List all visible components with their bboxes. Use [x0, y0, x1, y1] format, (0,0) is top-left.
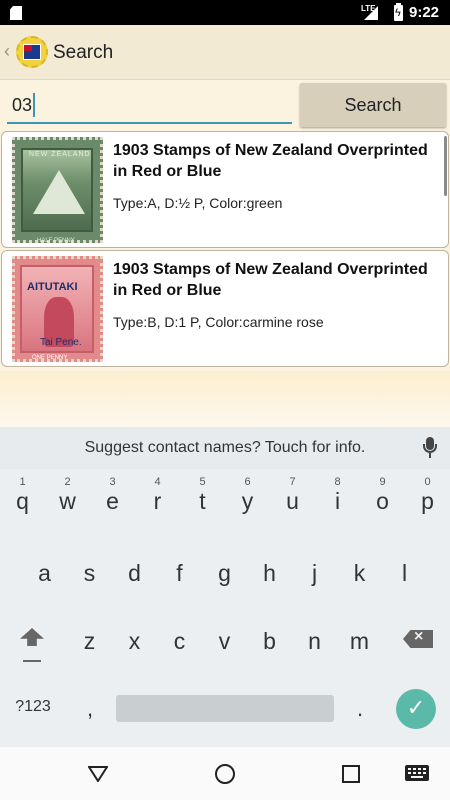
key-g[interactable]: g — [202, 545, 247, 601]
navigation-bar — [0, 747, 450, 800]
key-m[interactable]: m — [337, 613, 382, 669]
sd-card-icon — [10, 6, 22, 20]
enter-key[interactable]: ✓ — [396, 689, 436, 729]
scrollbar[interactable] — [444, 136, 447, 196]
key-w[interactable]: 2w — [45, 470, 90, 526]
stamp-overprint: AITUTAKI — [27, 281, 78, 293]
stamp-image: AITUTAKI Tai Pene. ONE PENNY — [12, 256, 103, 362]
result-details: Type:A, D:½ P, Color:green — [113, 195, 283, 211]
battery-charging-icon: ϟ — [394, 3, 403, 21]
page-title: Search — [53, 42, 114, 63]
key-e[interactable]: 3e — [90, 470, 135, 526]
action-bar: ‹ Search — [0, 25, 450, 80]
key-v[interactable]: v — [202, 613, 247, 669]
stamp-overprint-value: Tai Pene. — [40, 337, 82, 348]
result-details: Type:B, D:1 P, Color:carmine rose — [113, 314, 324, 330]
key-p[interactable]: 0p — [405, 470, 450, 526]
key-k[interactable]: k — [337, 545, 382, 601]
chevron-left-icon[interactable]: ‹ — [4, 41, 10, 62]
list-item[interactable]: AITUTAKI Tai Pene. ONE PENNY 1903 Stamps… — [1, 250, 449, 367]
key-z[interactable]: z — [67, 613, 112, 669]
result-title: 1903 Stamps of New Zealand Overprinted i… — [113, 142, 428, 180]
key-h[interactable]: h — [247, 545, 292, 601]
key-b[interactable]: b — [247, 613, 292, 669]
checkmark-icon: ✓ — [406, 695, 426, 720]
key-c[interactable]: c — [157, 613, 202, 669]
key-j[interactable]: j — [292, 545, 337, 601]
suggestion-strip[interactable]: Suggest contact names? Touch for info. — [0, 427, 450, 469]
key-period[interactable]: . — [350, 696, 370, 722]
recents-square-icon[interactable] — [342, 765, 360, 783]
key-i[interactable]: 8i — [315, 470, 360, 526]
list-empty-area — [0, 371, 450, 427]
symbols-key[interactable]: ?123 — [8, 698, 58, 716]
status-bar: LTE ϟ 9:22 — [0, 0, 450, 25]
list-item[interactable]: NEW ZEALAND HALF PENNY 1903 Stamps of Ne… — [1, 131, 449, 248]
key-q[interactable]: 1q — [0, 470, 45, 526]
back-triangle-icon[interactable] — [88, 766, 108, 782]
space-bar[interactable] — [116, 695, 334, 722]
key-y[interactable]: 6y — [225, 470, 270, 526]
key-d[interactable]: d — [112, 545, 157, 601]
key-t[interactable]: 5t — [180, 470, 225, 526]
key-comma[interactable]: , — [80, 696, 100, 722]
suggestion-text[interactable]: Suggest contact names? Touch for info. — [0, 439, 450, 457]
search-button[interactable]: Search — [300, 83, 446, 127]
search-input[interactable] — [7, 86, 292, 124]
stamp-image: NEW ZEALAND HALF PENNY — [12, 137, 103, 244]
keyboard-switch-icon[interactable] — [405, 765, 429, 781]
text-cursor — [33, 93, 35, 117]
key-n[interactable]: n — [292, 613, 337, 669]
key-o[interactable]: 9o — [360, 470, 405, 526]
shift-icon[interactable] — [17, 628, 47, 664]
app-icon[interactable] — [16, 36, 48, 68]
key-u[interactable]: 7u — [270, 470, 315, 526]
key-s[interactable]: s — [67, 545, 112, 601]
search-input-value: 03 — [12, 95, 33, 115]
mic-icon[interactable] — [423, 437, 437, 459]
key-x[interactable]: x — [112, 613, 157, 669]
result-title: 1903 Stamps of New Zealand Overprinted i… — [113, 261, 428, 299]
key-l[interactable]: l — [382, 545, 427, 601]
results-list[interactable]: NEW ZEALAND HALF PENNY 1903 Stamps of Ne… — [0, 131, 450, 371]
key-f[interactable]: f — [157, 545, 202, 601]
home-circle-icon[interactable] — [214, 763, 236, 785]
clock: 9:22 — [409, 4, 440, 21]
key-r[interactable]: 4r — [135, 470, 180, 526]
flag-icon — [23, 44, 41, 60]
key-a[interactable]: a — [22, 545, 67, 601]
